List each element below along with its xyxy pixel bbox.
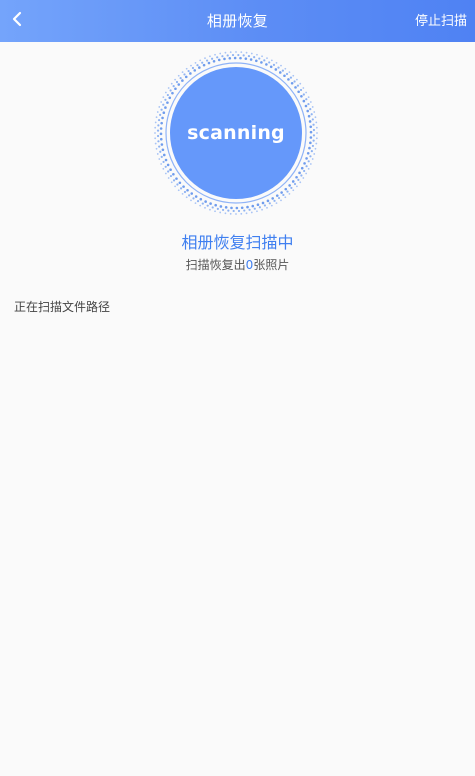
count-suffix: 张照片 bbox=[253, 258, 290, 272]
current-scan-path-label: 正在扫描文件路径 bbox=[14, 300, 111, 314]
scanning-indicator: scanning bbox=[153, 50, 319, 216]
stop-scan-button[interactable]: 停止扫描 bbox=[415, 0, 467, 44]
page-title: 相册恢复 bbox=[206, 12, 269, 30]
count-prefix: 扫描恢复出 bbox=[185, 258, 246, 272]
app-header: 相册恢复 停止扫描 bbox=[0, 0, 475, 42]
scan-status-title: 相册恢复扫描中 bbox=[181, 233, 294, 252]
recovered-count-text: 扫描恢复出0张照片 bbox=[0, 256, 475, 273]
scanning-label: scanning bbox=[187, 122, 285, 144]
